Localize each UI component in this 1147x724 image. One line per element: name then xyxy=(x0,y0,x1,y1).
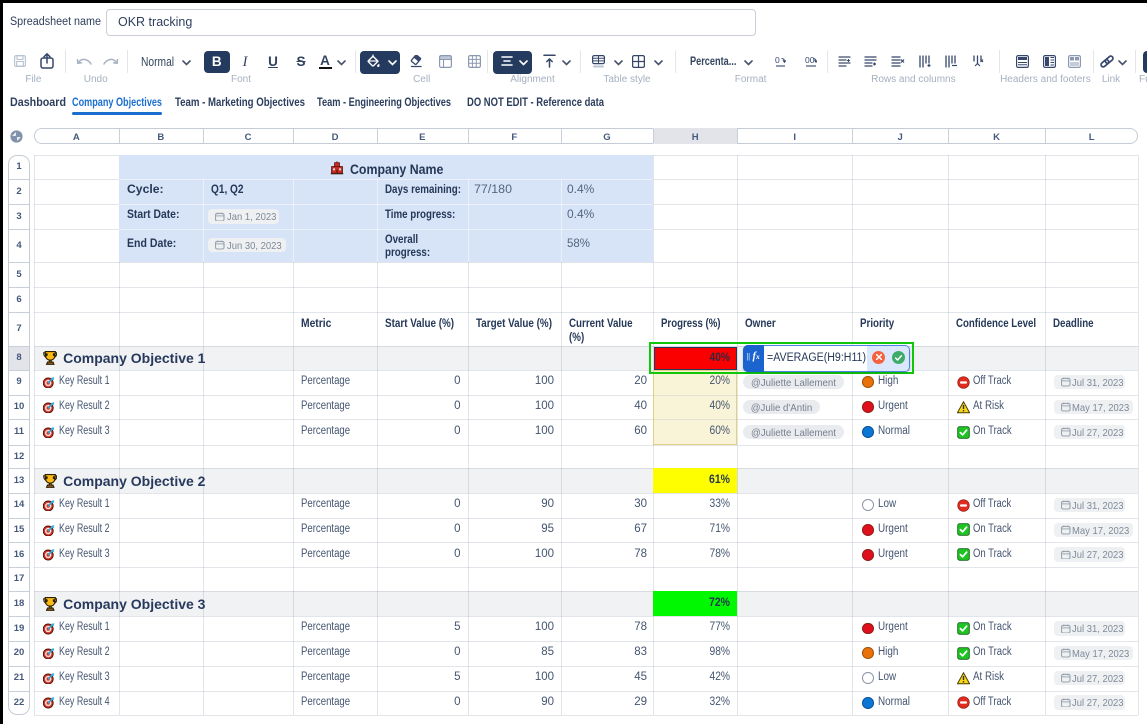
svg-text:00: 00 xyxy=(805,55,815,65)
svg-text:0: 0 xyxy=(775,55,780,65)
